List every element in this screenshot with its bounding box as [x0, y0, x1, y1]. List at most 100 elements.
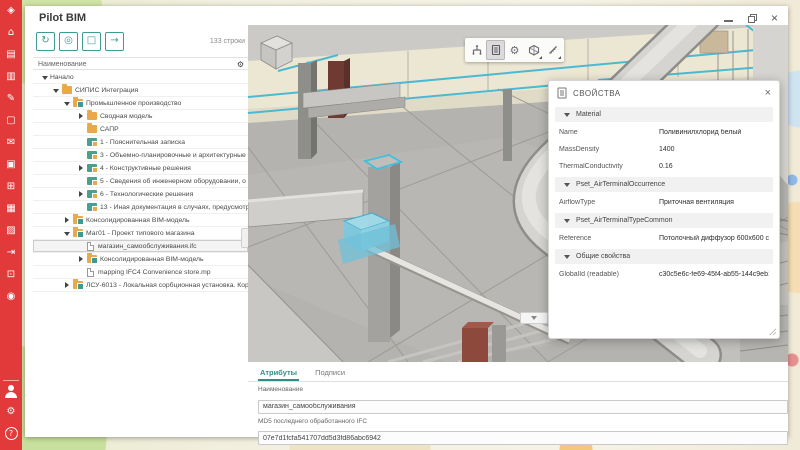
tree-item[interactable]: 1 - Пояснительная записка: [33, 136, 248, 149]
tree-item[interactable]: 3 - Объемно-планировочные и архитектурны…: [33, 149, 248, 162]
expander-icon[interactable]: [52, 86, 61, 95]
tree-item-root[interactable]: Начало: [33, 71, 248, 84]
rows-count-label: 133 строки: [210, 38, 245, 45]
tab-attributes[interactable]: Атрибуты: [258, 366, 299, 381]
tree-item[interactable]: Сводная модель: [33, 110, 248, 123]
folder-icon: [87, 125, 97, 133]
tree-item[interactable]: Промышленное производство: [33, 97, 248, 110]
properties-tool-button[interactable]: [486, 40, 505, 60]
collapse-triangle-icon: [564, 219, 570, 223]
structure-icon: [471, 44, 483, 56]
help-icon[interactable]: ?: [5, 427, 18, 440]
tree-item[interactable]: 4 - Конструктивные решения: [33, 162, 248, 175]
properties-title: СВОЙСТВА: [573, 89, 621, 98]
chevron-down-icon: [531, 316, 537, 320]
mail-icon[interactable]: ✉: [0, 132, 22, 154]
name-field[interactable]: [258, 400, 788, 414]
expander-icon[interactable]: [41, 73, 50, 82]
locate-button[interactable]: ◎: [59, 32, 78, 51]
tree-rows: Начало СИПИС Интеграция Промышленное про…: [33, 71, 248, 292]
library-icon[interactable]: ▥: [0, 66, 22, 88]
tree-item[interactable]: Консолидированная BIM-модель: [33, 214, 248, 227]
layers-icon[interactable]: ◈: [0, 0, 22, 22]
expander-icon[interactable]: [77, 255, 86, 264]
tree-item[interactable]: Маг01 - Проект типового магазина: [33, 227, 248, 240]
tree-column-header[interactable]: Наименование ⚙: [33, 57, 248, 70]
measure-tool-button[interactable]: [543, 40, 562, 60]
tree-item[interactable]: 5 - Сведения об инженерном оборудовании,…: [33, 175, 248, 188]
bottom-structures: [462, 322, 506, 362]
expander-icon[interactable]: [63, 216, 72, 225]
export-icon[interactable]: ⇥: [0, 242, 22, 264]
section-cube-icon: [528, 44, 540, 56]
structure-tool-button[interactable]: [467, 40, 486, 60]
tree-toolbar: ↻ ◎ □ →: [36, 32, 124, 51]
tree-item[interactable]: САПР: [33, 123, 248, 136]
document-icon[interactable]: ▢: [0, 110, 22, 132]
app-sidebar: ◈ ⌂ ▤ ▥ ✎ ▢ ✉ ▣ ⊞ ▦ ▨ ⇥ ⊡ ◉ ⚙ ?: [0, 0, 22, 450]
close-icon[interactable]: ×: [765, 88, 771, 99]
edit-icon[interactable]: ✎: [0, 88, 22, 110]
location-icon[interactable]: ◉: [0, 286, 22, 308]
md5-field-label: MD5 последнего обработанного IFC: [258, 418, 778, 425]
name-field-label: Наименование: [258, 386, 778, 393]
tree-item[interactable]: mapping IFC4 Convenience store.mp: [33, 266, 248, 279]
tree-item-selected[interactable]: магазин_самообслуживания.ifc: [33, 240, 248, 253]
print-icon[interactable]: ⊡: [0, 264, 22, 286]
expander-icon[interactable]: [77, 164, 86, 173]
frame-button[interactable]: □: [82, 32, 101, 51]
model-icon: [73, 216, 83, 224]
tree-item[interactable]: 13 - Иная документация в случаях, предус…: [33, 201, 248, 214]
expander-icon[interactable]: [63, 99, 72, 108]
group-airterminal-occurrence[interactable]: Pset_AirTerminalOccurrence: [555, 177, 773, 192]
resize-handle[interactable]: [769, 328, 776, 335]
window-title: Pilot BIM: [39, 12, 86, 24]
close-icon[interactable]: ×: [771, 12, 778, 24]
apps-icon[interactable]: ⊞: [0, 176, 22, 198]
minimize-icon[interactable]: [724, 20, 733, 22]
column-settings-icon[interactable]: ⚙: [237, 58, 244, 71]
tab-signatures[interactable]: Подписи: [313, 366, 347, 381]
section-icon: [87, 164, 97, 172]
open-button[interactable]: →: [105, 32, 124, 51]
property-row: NameПоливинилхлорид белый: [549, 124, 779, 141]
tree-item[interactable]: Консолидированная BIM-модель: [33, 253, 248, 266]
section-tool-button[interactable]: [524, 40, 543, 60]
section-icon: [87, 177, 97, 185]
properties-header: СВОЙСТВА ×: [549, 81, 779, 105]
settings-gear-icon[interactable]: ⚙: [0, 401, 22, 423]
group-airterminal-typecommon[interactable]: Pset_AirTerminalTypeCommon: [555, 213, 773, 228]
panel-collapse-button[interactable]: [520, 312, 548, 324]
tree-item[interactable]: 6 - Технологические решения: [33, 188, 248, 201]
expander-icon[interactable]: [77, 112, 86, 121]
expander-icon[interactable]: [77, 190, 86, 199]
expander-icon[interactable]: [63, 281, 72, 290]
measure-icon: [547, 44, 559, 56]
properties-panel-icon: [557, 87, 567, 99]
group-common-properties[interactable]: Общие свойства: [555, 249, 773, 264]
book-icon[interactable]: ▣: [0, 154, 22, 176]
folder-icon: [62, 86, 72, 94]
home-search-icon[interactable]: ⌂: [0, 22, 22, 44]
property-row: ReferenceПотолочный диффузор 600х600 с к…: [549, 230, 779, 247]
model-icon: [73, 281, 83, 289]
window-controls: ×: [724, 12, 778, 24]
expander-icon[interactable]: [63, 229, 72, 238]
sidebar-divider: [3, 380, 19, 381]
tree-item[interactable]: СИПИС Интеграция: [33, 84, 248, 97]
settings-tool-button[interactable]: ⚙: [505, 40, 524, 60]
model-icon: [73, 229, 83, 237]
image-icon[interactable]: ▦: [0, 198, 22, 220]
property-row: ThermalConductivity0.16: [549, 158, 779, 175]
bottom-tabs: Атрибуты Подписи: [248, 362, 788, 382]
draw-icon[interactable]: ▨: [0, 220, 22, 242]
group-material[interactable]: Material: [555, 107, 773, 122]
tree-item[interactable]: ЛСУ-6013 - Локальная сорбционная установ…: [33, 279, 248, 292]
refresh-button[interactable]: ↻: [36, 32, 55, 51]
attributes-panel: Атрибуты Подписи Наименование MD5 послед…: [248, 362, 788, 437]
user-icon[interactable]: [0, 383, 22, 401]
view-cube[interactable]: [251, 28, 297, 74]
md5-field[interactable]: [258, 431, 788, 445]
restore-icon[interactable]: [748, 14, 756, 22]
cards-icon[interactable]: ▤: [0, 44, 22, 66]
